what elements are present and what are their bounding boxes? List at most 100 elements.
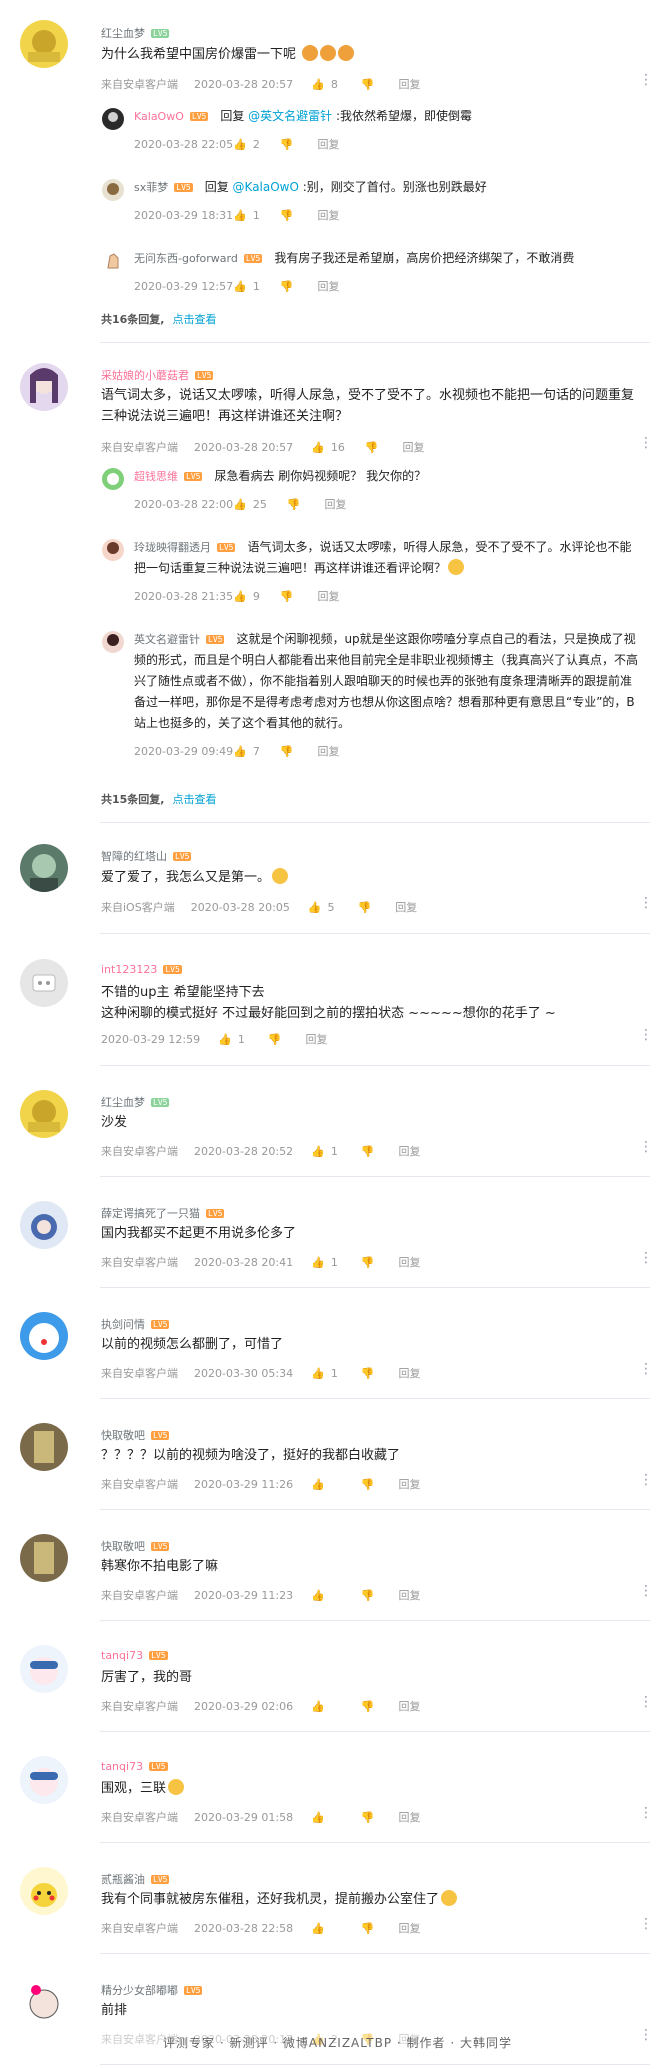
avatar[interactable] xyxy=(20,363,68,411)
avatar[interactable] xyxy=(102,250,124,272)
dislike-icon[interactable]: 👎 xyxy=(361,1811,375,1824)
reply-button[interactable]: 回复 xyxy=(399,76,421,92)
dislike-icon[interactable]: 👎 xyxy=(361,1256,375,1269)
username[interactable]: 快取敬吧 LV5 xyxy=(101,1427,170,1443)
reply-button[interactable]: 回复 xyxy=(403,439,425,455)
dislike-icon[interactable]: 👎 xyxy=(361,1478,375,1491)
reply-button[interactable]: 回复 xyxy=(399,1587,421,1603)
like-icon[interactable]: 👍 xyxy=(311,1589,325,1602)
like-icon[interactable]: 👍 xyxy=(233,745,247,758)
like-icon[interactable]: 👍 xyxy=(311,1811,325,1824)
like-icon[interactable]: 👍 xyxy=(311,1478,325,1491)
dislike-icon[interactable]: 👎 xyxy=(268,1033,282,1046)
avatar[interactable] xyxy=(20,1756,68,1804)
like-icon[interactable]: 👍 xyxy=(233,209,247,222)
reply-button[interactable]: 回复 xyxy=(399,1143,421,1159)
avatar[interactable] xyxy=(20,1978,68,2026)
more-menu-icon[interactable]: ⋮ xyxy=(639,1140,653,1154)
dislike-icon[interactable]: 👎 xyxy=(361,78,375,91)
reply-button[interactable]: 回复 xyxy=(325,498,347,511)
avatar[interactable] xyxy=(20,1090,68,1138)
reply-button[interactable]: 回复 xyxy=(318,209,340,222)
like-icon[interactable]: 👍 xyxy=(233,590,247,603)
like-icon[interactable]: 👍 xyxy=(311,441,325,454)
reply-button[interactable]: 回复 xyxy=(318,280,340,293)
view-more-link[interactable]: 点击查看 xyxy=(173,793,217,806)
view-more-link[interactable]: 点击查看 xyxy=(173,313,217,326)
reply-button[interactable]: 回复 xyxy=(318,138,340,151)
reply-button[interactable]: 回复 xyxy=(306,1031,328,1047)
like-icon[interactable]: 👍 xyxy=(233,498,247,511)
dislike-icon[interactable]: 👎 xyxy=(280,745,294,758)
avatar[interactable] xyxy=(102,631,124,653)
username[interactable]: 快取敬吧 LV5 xyxy=(101,1538,170,1554)
reply-button[interactable]: 回复 xyxy=(399,1920,421,1936)
dislike-icon[interactable]: 👎 xyxy=(361,1589,375,1602)
avatar[interactable] xyxy=(20,1423,68,1471)
more-menu-icon[interactable]: ⋮ xyxy=(639,896,653,910)
mention-link[interactable]: @KalaOwO xyxy=(233,180,299,194)
more-menu-icon[interactable]: ⋮ xyxy=(639,436,653,450)
dislike-icon[interactable]: 👎 xyxy=(365,441,379,454)
dislike-icon[interactable]: 👎 xyxy=(361,1922,375,1935)
dislike-icon[interactable]: 👎 xyxy=(280,209,294,222)
more-menu-icon[interactable]: ⋮ xyxy=(639,1917,653,1931)
dislike-icon[interactable]: 👎 xyxy=(361,1367,375,1380)
reply-button[interactable]: 回复 xyxy=(399,1365,421,1381)
reply-button[interactable]: 回复 xyxy=(399,1476,421,1492)
avatar[interactable] xyxy=(102,539,124,561)
more-menu-icon[interactable]: ⋮ xyxy=(639,1028,653,1042)
avatar[interactable] xyxy=(102,179,124,201)
more-menu-icon[interactable]: ⋮ xyxy=(639,1584,653,1598)
username[interactable]: 红尘血梦 LV5 xyxy=(101,25,170,41)
more-menu-icon[interactable]: ⋮ xyxy=(639,1473,653,1487)
dislike-icon[interactable]: 👎 xyxy=(280,138,294,151)
like-icon[interactable]: 👍 xyxy=(311,1367,325,1380)
avatar[interactable] xyxy=(20,844,68,892)
more-menu-icon[interactable]: ⋮ xyxy=(639,1362,653,1376)
avatar[interactable] xyxy=(20,20,68,68)
dislike-icon[interactable]: 👎 xyxy=(280,590,294,603)
avatar[interactable] xyxy=(102,468,124,490)
more-menu-icon[interactable]: ⋮ xyxy=(639,1251,653,1265)
dislike-icon[interactable]: 👎 xyxy=(361,1145,375,1158)
reply-button[interactable]: 回复 xyxy=(395,899,417,915)
more-menu-icon[interactable]: ⋮ xyxy=(639,73,653,87)
username[interactable]: tanqi73 LV5 xyxy=(101,1760,168,1773)
more-menu-icon[interactable]: ⋮ xyxy=(639,2028,653,2042)
username[interactable]: 红尘血梦 LV5 xyxy=(101,1094,170,1110)
reply-button[interactable]: 回复 xyxy=(318,745,340,758)
like-icon[interactable]: 👍 xyxy=(233,138,247,151)
like-icon[interactable]: 👍 xyxy=(311,1922,325,1935)
like-icon[interactable]: 👍 xyxy=(233,280,247,293)
username[interactable]: 智障的红塔山 LV5 xyxy=(101,848,192,864)
dislike-icon[interactable]: 👎 xyxy=(287,498,301,511)
reply-button[interactable]: 回复 xyxy=(399,1809,421,1825)
like-icon[interactable]: 👍 xyxy=(311,1256,325,1269)
mention-link[interactable]: @英文名避雷针 xyxy=(248,109,332,123)
dislike-icon[interactable]: 👎 xyxy=(358,901,372,914)
more-menu-icon[interactable]: ⋮ xyxy=(639,1806,653,1820)
username[interactable]: 采姑娘的小蘑菇君 LV5 xyxy=(101,367,214,383)
like-icon[interactable]: 👍 xyxy=(308,901,322,914)
avatar[interactable] xyxy=(20,959,68,1007)
username[interactable]: 精分少女部嘟嘟 LV5 xyxy=(101,1982,203,1998)
like-icon[interactable]: 👍 xyxy=(311,1145,325,1158)
avatar[interactable] xyxy=(20,1645,68,1693)
dislike-icon[interactable]: 👎 xyxy=(361,1700,375,1713)
avatar[interactable] xyxy=(20,1867,68,1915)
reply-button[interactable]: 回复 xyxy=(399,1698,421,1714)
username[interactable]: 执剑问情 LV5 xyxy=(101,1316,170,1332)
avatar[interactable] xyxy=(20,1312,68,1360)
username[interactable]: 薛定谔搞死了一只猫 LV5 xyxy=(101,1205,225,1221)
username[interactable]: tanqi73 LV5 xyxy=(101,1649,168,1662)
more-menu-icon[interactable]: ⋮ xyxy=(639,1695,653,1709)
like-icon[interactable]: 👍 xyxy=(311,78,325,91)
username[interactable]: int123123 LV5 xyxy=(101,963,182,976)
reply-button[interactable]: 回复 xyxy=(399,1254,421,1270)
like-icon[interactable]: 👍 xyxy=(311,1700,325,1713)
username[interactable]: 贰瓶酱油 LV5 xyxy=(101,1871,170,1887)
like-icon[interactable]: 👍 xyxy=(218,1033,232,1046)
avatar[interactable] xyxy=(20,1534,68,1582)
avatar[interactable] xyxy=(20,1201,68,1249)
